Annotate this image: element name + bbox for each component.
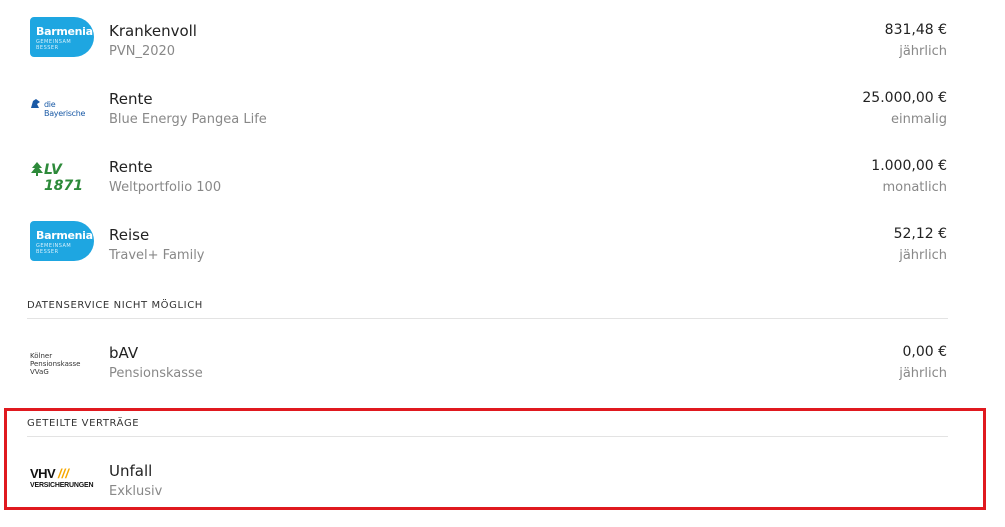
contract-frequency: jährlich [899, 44, 947, 59]
contract-row[interactable]: Kölner Pensionskasse VVaG bAV Pensionska… [0, 332, 1005, 392]
contract-subtitle: Weltportfolio 100 [109, 180, 222, 195]
contract-amount: 52,12 € [893, 226, 947, 242]
logo-text: Barmenia [36, 229, 93, 242]
vhv-logo: VHV /// VERSICHERUNGEN [30, 458, 94, 498]
contract-row[interactable]: VHV /// VERSICHERUNGEN Unfall Exklusiv [0, 450, 1005, 510]
contract-title: Krankenvoll [109, 22, 197, 40]
contract-title: bAV [109, 344, 139, 362]
section-header-no-service: DATENSERVICE NICHT MÖGLICH [27, 300, 203, 311]
contract-row[interactable]: Barmenia GEMEINSAM BESSER Reise Travel+ … [0, 214, 1005, 274]
logo-text: Barmenia [36, 25, 93, 38]
barmenia-logo: Barmenia GEMEINSAM BESSER [30, 221, 94, 261]
contract-title: Rente [109, 158, 153, 176]
contract-subtitle: Travel+ Family [109, 248, 205, 263]
section-header-shared: GETEILTE VERTRÄGE [27, 418, 140, 429]
contract-amount: 0,00 € [902, 344, 947, 360]
lv-tree-icon [31, 162, 43, 176]
logo-text: die Bayerische [44, 100, 86, 118]
contract-frequency: monatlich [882, 180, 947, 195]
contract-amount: 25.000,00 € [862, 90, 947, 106]
contract-frequency: jährlich [899, 248, 947, 263]
bayerische-lion-icon [31, 99, 40, 108]
contract-row[interactable]: LV 1871 Rente Weltportfolio 100 1.000,00… [0, 146, 1005, 206]
divider [27, 318, 948, 319]
logo-text: LV 1871 [44, 162, 83, 194]
contract-subtitle: Pensionskasse [109, 366, 203, 381]
logo-accent: /// [58, 466, 69, 481]
contract-row[interactable]: die Bayerische Rente Blue Energy Pangea … [0, 78, 1005, 138]
lv1871-logo: LV 1871 [30, 154, 94, 194]
barmenia-logo: Barmenia GEMEINSAM BESSER [30, 17, 94, 57]
logo-text: VHV [30, 466, 56, 481]
koelner-pensionskasse-logo: Kölner Pensionskasse VVaG [30, 340, 94, 380]
divider [27, 436, 948, 437]
contract-title: Reise [109, 226, 150, 244]
contract-title: Rente [109, 90, 153, 108]
logo-tagline: GEMEINSAM BESSER [36, 243, 72, 255]
logo-tagline: GEMEINSAM BESSER [36, 39, 72, 51]
contract-row[interactable]: Barmenia GEMEINSAM BESSER Krankenvoll PV… [0, 10, 1005, 70]
contract-title: Unfall [109, 462, 153, 480]
contract-subtitle: Exklusiv [109, 484, 163, 499]
logo-tagline: VERSICHERUNGEN [30, 482, 94, 489]
contract-frequency: jährlich [899, 366, 947, 381]
contract-subtitle: PVN_2020 [109, 44, 176, 59]
logo-text: Kölner Pensionskasse VVaG [30, 352, 81, 376]
die-bayerische-logo: die Bayerische [30, 86, 94, 126]
contract-amount: 1.000,00 € [871, 158, 947, 174]
contract-frequency: einmalig [891, 112, 947, 127]
contract-amount: 831,48 € [884, 22, 947, 38]
contract-subtitle: Blue Energy Pangea Life [109, 112, 267, 127]
